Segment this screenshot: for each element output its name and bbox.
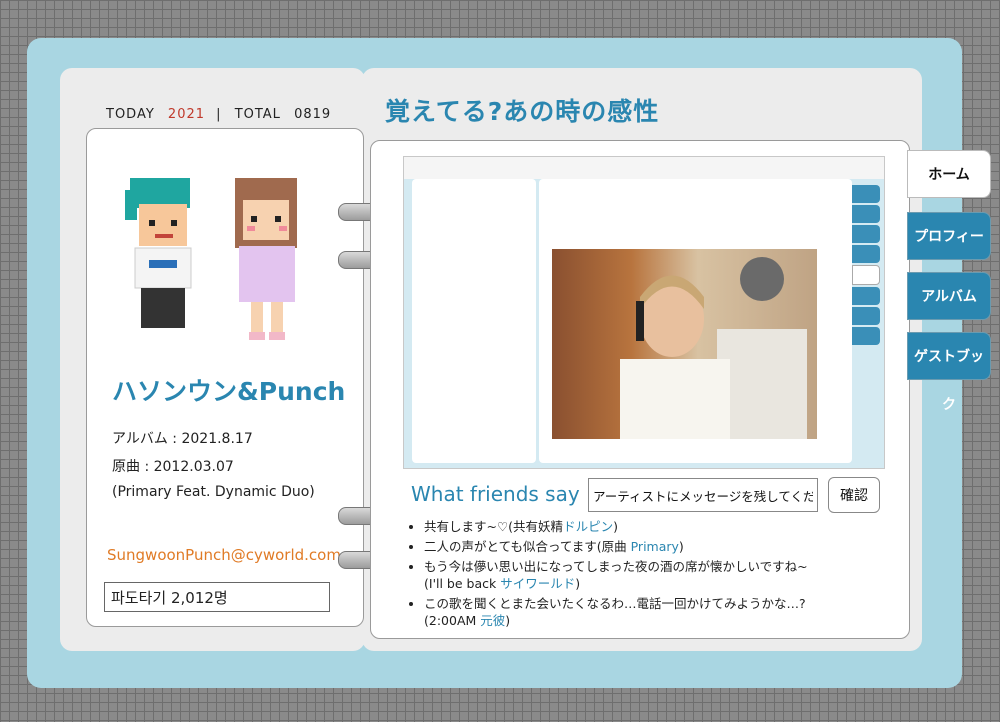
image-album-sidebar — [412, 179, 536, 463]
today-label: TODAY — [106, 107, 155, 122]
boy-face — [139, 204, 187, 246]
boy-pants — [141, 288, 185, 328]
total-count: 0819 — [294, 107, 332, 122]
girl-dress — [239, 246, 295, 302]
total-label: TOTAL — [234, 107, 281, 122]
comment-author[interactable]: Primary — [631, 539, 679, 554]
comment-text: (2:00AM — [424, 613, 481, 628]
friends-comment-list: 共有します~♡(共有妖精ドルピン) 二人の声がとても似合ってます(原曲 Prim… — [398, 518, 904, 632]
album-date: アルバム : 2021.8.17 — [112, 431, 253, 447]
comment-text: もう今は儚い思い出になってしまった夜の酒の席が懐かしいですね~ — [424, 559, 808, 574]
counter-separator: | — [216, 107, 222, 122]
page-title: 覚えてる?あの時の感性 — [385, 97, 660, 126]
today-count: 2021 — [167, 107, 206, 122]
visitor-counter: TODAY 2021 | TOTAL 0819 — [106, 107, 331, 122]
friends-section-title: What friends say — [411, 482, 580, 506]
list-item: 二人の声がとても似合ってます(原曲 Primary) — [424, 538, 904, 555]
tab-album[interactable]: アルバム — [907, 272, 991, 320]
comment-text: この歌を聞くとまた会いたくなるわ…電話一回かけてみようかな…? — [424, 596, 806, 611]
studio-photo — [552, 249, 817, 439]
comment-text-end: ) — [505, 613, 511, 628]
message-input[interactable] — [588, 478, 818, 512]
tab-guestbook[interactable]: ゲストブック — [907, 332, 991, 413]
list-item: この歌を聞くとまた会いたくなるわ…電話一回かけてみようかな…? (2:00AM … — [424, 595, 904, 629]
profile-name: ハソンウン&Punch — [112, 377, 346, 406]
comment-author[interactable]: ドルピン — [563, 519, 613, 534]
wave-counter[interactable]: 파도타기 2,012명 — [104, 582, 330, 612]
image-menu — [852, 185, 880, 347]
list-item: もう今は儚い思い出になってしまった夜の酒の席が懐かしいですね~ (I'll be… — [424, 558, 904, 592]
comment-text-end: ) — [678, 539, 684, 554]
comment-text: 共有します~♡(共有妖精 — [424, 519, 564, 534]
original-credit: (Primary Feat. Dynamic Duo) — [112, 484, 315, 500]
comment-author[interactable]: 元彼 — [480, 613, 505, 628]
comment-text-end: ) — [613, 519, 618, 534]
comment-text-end: ) — [575, 576, 581, 591]
girl-face — [243, 200, 289, 240]
email-link[interactable]: SungwoonPunch@cyworld.com — [107, 546, 341, 564]
original-date: 原曲 : 2012.03.07 — [112, 459, 234, 475]
comment-text: (I'll be back — [424, 576, 501, 591]
featured-image[interactable] — [403, 156, 885, 469]
comment-author[interactable]: サイワールド — [500, 576, 575, 591]
confirm-button[interactable]: 確認 — [828, 477, 880, 513]
minime-avatars — [125, 178, 297, 340]
list-item: 共有します~♡(共有妖精ドルピン) — [424, 518, 904, 535]
tab-home[interactable]: ホーム — [907, 150, 991, 198]
boy-hair — [130, 178, 190, 208]
tab-profile[interactable]: プロフィール — [907, 212, 991, 293]
comment-text: 二人の声がとても似合ってます(原曲 — [424, 539, 631, 554]
image-topbar — [404, 157, 884, 179]
